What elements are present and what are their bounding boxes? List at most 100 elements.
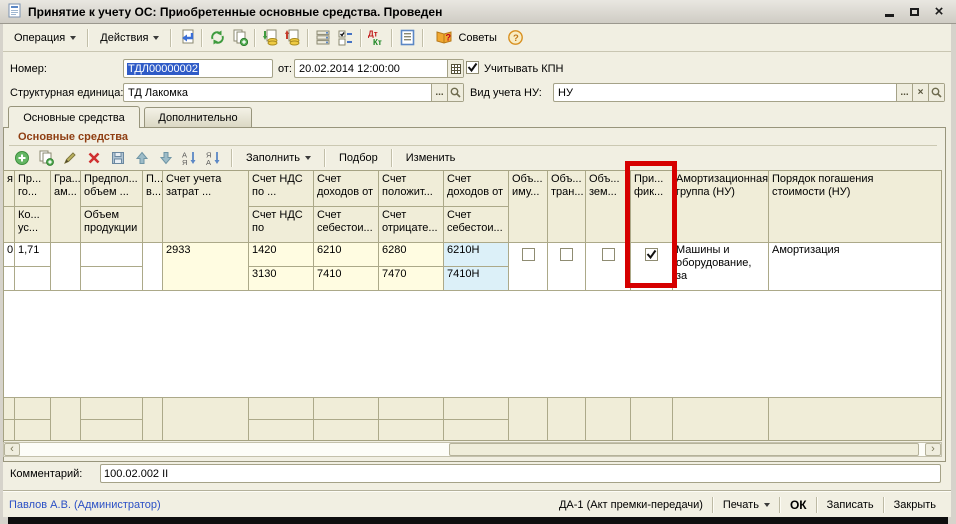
- grid-empty-area: [548, 291, 586, 397]
- toolbar-separator: [170, 29, 172, 47]
- refresh-icon[interactable]: [207, 27, 228, 48]
- grid-toolbar: АЯ ЯА Заполнить Подбор Изменить: [12, 147, 460, 168]
- print-form-label: ДА-1 (Акт премки-передачи): [559, 499, 703, 511]
- tab-fixed-assets[interactable]: Основные средства: [8, 106, 140, 128]
- sort-asc-icon[interactable]: АЯ: [180, 148, 199, 167]
- scroll-thumb[interactable]: [449, 443, 919, 456]
- posting-movements-icon[interactable]: [282, 27, 303, 48]
- choose-button[interactable]: ...: [431, 84, 447, 101]
- nu-kind-input[interactable]: НУ ... ×: [553, 83, 945, 102]
- structure-list-icon[interactable]: [313, 27, 334, 48]
- row-checkbox[interactable]: [522, 248, 535, 261]
- document-icon: [7, 3, 22, 21]
- move-up-icon[interactable]: [132, 148, 151, 167]
- change-label: Изменить: [406, 152, 456, 164]
- document-journal-icon[interactable]: [397, 27, 418, 48]
- help-icon[interactable]: ?: [505, 27, 526, 48]
- based-on-input-icon[interactable]: [260, 27, 281, 48]
- calendar-button[interactable]: [447, 60, 463, 77]
- scroll-right-button[interactable]: ›: [925, 443, 941, 456]
- row-checkbox[interactable]: [560, 248, 573, 261]
- print-form-button[interactable]: ДА-1 (Акт премки-передачи): [550, 492, 712, 517]
- grid-cell[interactable]: [51, 243, 81, 291]
- close-label: Закрыть: [894, 499, 936, 511]
- grid-cell[interactable]: Машины и оборудование, за: [673, 243, 769, 291]
- grid-footer-cell: [314, 397, 379, 440]
- post-document-icon[interactable]: [176, 27, 197, 48]
- column-header: Счет учета затрат ...: [163, 171, 249, 243]
- number-input[interactable]: ТДЛ00000002: [123, 59, 273, 78]
- close-form-button[interactable]: Закрыть: [885, 492, 945, 517]
- unit-input[interactable]: ТД Лакомка ...: [123, 83, 464, 102]
- delete-row-icon[interactable]: [84, 148, 103, 167]
- open-button[interactable]: [447, 84, 463, 101]
- grid-cell[interactable]: [143, 243, 163, 291]
- grid-column-3: Предпол... объем ...Объем продукции: [81, 171, 143, 440]
- comment-value: 100.02.002 II: [104, 468, 168, 480]
- actions-menu-button[interactable]: Действия: [93, 29, 166, 47]
- choose-button[interactable]: ...: [896, 84, 912, 101]
- grid-empty-area: [509, 291, 548, 397]
- add-row-icon[interactable]: [12, 148, 31, 167]
- finish-edit-icon[interactable]: [108, 148, 127, 167]
- settings-list-icon[interactable]: [335, 27, 356, 48]
- svg-text:Я: Я: [182, 158, 187, 166]
- fill-button[interactable]: Заполнить: [241, 150, 316, 166]
- grid-column-15: Порядок погашения стоимости (НУ)Амортиза…: [769, 171, 941, 440]
- grid-cell[interactable]: 6210Н7410Н: [444, 243, 509, 291]
- tab-additional[interactable]: Дополнительно: [144, 107, 252, 127]
- grid-cell[interactable]: [509, 243, 548, 291]
- toolbar-separator: [201, 29, 203, 47]
- pick-label: Подбор: [339, 152, 378, 164]
- row-checkbox-checked[interactable]: [645, 248, 658, 261]
- grid-cell[interactable]: [81, 243, 143, 291]
- grid-footer-cell: [673, 397, 769, 440]
- grid-empty-area: [51, 291, 81, 397]
- grid-empty-area: [769, 291, 941, 397]
- dt-kt-icon[interactable]: ДтКт: [366, 27, 387, 48]
- grid-cell[interactable]: 1,71: [15, 243, 51, 291]
- grid-footer-cell: [249, 397, 314, 440]
- grid-empty-area: [143, 291, 163, 397]
- open-button[interactable]: [928, 84, 944, 101]
- grid-cell[interactable]: [631, 243, 673, 291]
- svg-text:А: А: [206, 158, 211, 166]
- grid-cell[interactable]: [586, 243, 631, 291]
- move-down-icon[interactable]: [156, 148, 175, 167]
- operation-menu-button[interactable]: Операция: [7, 29, 83, 47]
- copy-document-icon[interactable]: [229, 27, 250, 48]
- maximize-button[interactable]: [904, 3, 924, 20]
- grid-cell[interactable]: Амортизация: [769, 243, 941, 291]
- grid-cell[interactable]: [548, 243, 586, 291]
- grid-cell[interactable]: 62107410: [314, 243, 379, 291]
- close-button[interactable]: ×: [929, 3, 949, 20]
- pick-button[interactable]: Подбор: [334, 150, 383, 166]
- grid-column-14: Амортизационная группа (НУ)Машины и обор…: [673, 171, 769, 440]
- dropdown-caret-icon: [305, 156, 311, 163]
- minimize-button[interactable]: [879, 3, 899, 20]
- change-button[interactable]: Изменить: [401, 150, 461, 166]
- print-button[interactable]: Печать: [714, 492, 779, 517]
- scroll-track[interactable]: [20, 443, 925, 456]
- unit-label: Структурная единица:: [10, 87, 123, 99]
- edit-row-icon[interactable]: [60, 148, 79, 167]
- scroll-left-button[interactable]: ‹: [4, 443, 20, 456]
- grid-empty-area: [444, 291, 509, 397]
- grid-cell[interactable]: 2933: [163, 243, 249, 291]
- date-input[interactable]: 20.02.2014 12:00:00: [294, 59, 464, 78]
- grid-empty-area: [379, 291, 444, 397]
- sort-desc-icon[interactable]: ЯА: [204, 148, 223, 167]
- column-header: Порядок погашения стоимости (НУ): [769, 171, 941, 243]
- clear-button[interactable]: ×: [912, 84, 928, 101]
- kpn-checkbox[interactable]: [466, 61, 479, 74]
- comment-input[interactable]: 100.02.002 II: [100, 464, 941, 483]
- save-button[interactable]: Записать: [818, 492, 883, 517]
- grid-cell[interactable]: 62807470: [379, 243, 444, 291]
- row-checkbox[interactable]: [602, 248, 615, 261]
- ok-button[interactable]: ОК: [781, 492, 816, 517]
- grid-cell[interactable]: 0: [4, 243, 15, 291]
- grid-cell[interactable]: 14203130: [249, 243, 314, 291]
- copy-row-icon[interactable]: [36, 148, 55, 167]
- actions-menu-label: Действия: [100, 32, 148, 44]
- tips-button[interactable]: ? Советы: [428, 25, 503, 51]
